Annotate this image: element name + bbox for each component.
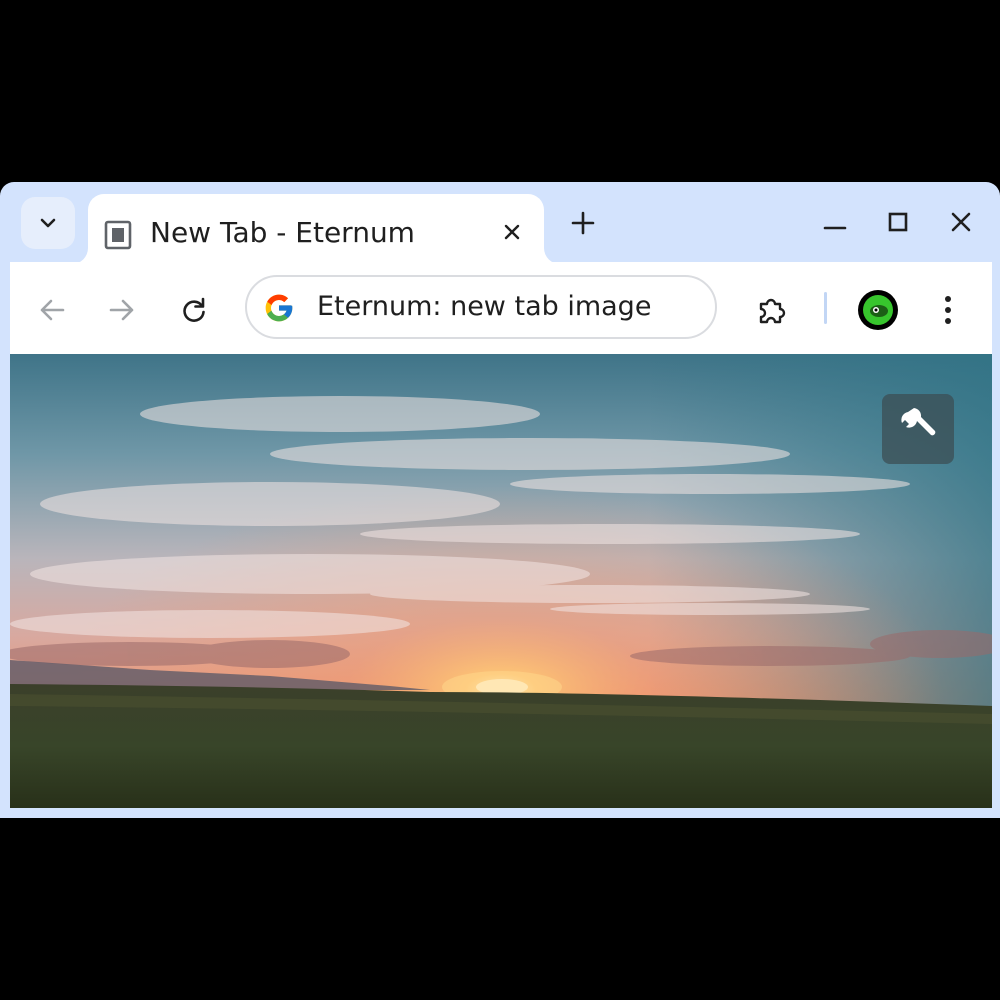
close-icon xyxy=(951,212,971,232)
new-tab-button[interactable] xyxy=(566,206,600,240)
avatar xyxy=(863,295,893,325)
puzzle-icon xyxy=(759,298,786,324)
plus-icon xyxy=(571,211,595,235)
minimize-icon xyxy=(823,226,847,230)
reload-button[interactable] xyxy=(174,290,214,330)
chevron-down-icon xyxy=(40,218,56,228)
tab-title: New Tab - Eternum xyxy=(150,216,415,249)
sunset-background-image xyxy=(10,354,992,808)
browser-window: New Tab - Eternum Eternum: new tab image xyxy=(0,182,1000,818)
minimize-button[interactable] xyxy=(817,204,853,240)
arrow-right-icon xyxy=(109,299,134,321)
document-icon xyxy=(104,220,132,250)
address-bar-text: Eternum: new tab image xyxy=(317,291,652,322)
back-button[interactable] xyxy=(32,290,72,330)
google-g-icon xyxy=(265,294,293,322)
close-window-button[interactable] xyxy=(943,204,979,240)
wrench-icon xyxy=(901,408,936,436)
tab-search-button[interactable] xyxy=(21,197,75,249)
profile-avatar[interactable] xyxy=(858,290,898,330)
tab-close-button[interactable] xyxy=(496,216,528,248)
toolbar-divider xyxy=(824,292,827,324)
arrow-left-icon xyxy=(40,299,65,321)
new-tab-page xyxy=(10,354,992,808)
close-icon xyxy=(504,224,520,240)
forward-button[interactable] xyxy=(102,290,142,330)
three-dots-vertical-icon xyxy=(945,296,951,324)
maximize-icon xyxy=(888,212,908,232)
extensions-button[interactable] xyxy=(752,290,792,330)
avatar-face-icon xyxy=(870,305,888,317)
toolbar: Eternum: new tab image xyxy=(10,262,992,354)
tab-active[interactable]: New Tab - Eternum xyxy=(88,194,544,264)
maximize-button[interactable] xyxy=(880,204,916,240)
settings-button[interactable] xyxy=(882,394,954,464)
address-bar[interactable]: Eternum: new tab image xyxy=(245,275,717,339)
reload-icon xyxy=(183,297,205,322)
menu-button[interactable] xyxy=(928,290,968,330)
tab-strip: New Tab - Eternum xyxy=(0,182,1000,264)
